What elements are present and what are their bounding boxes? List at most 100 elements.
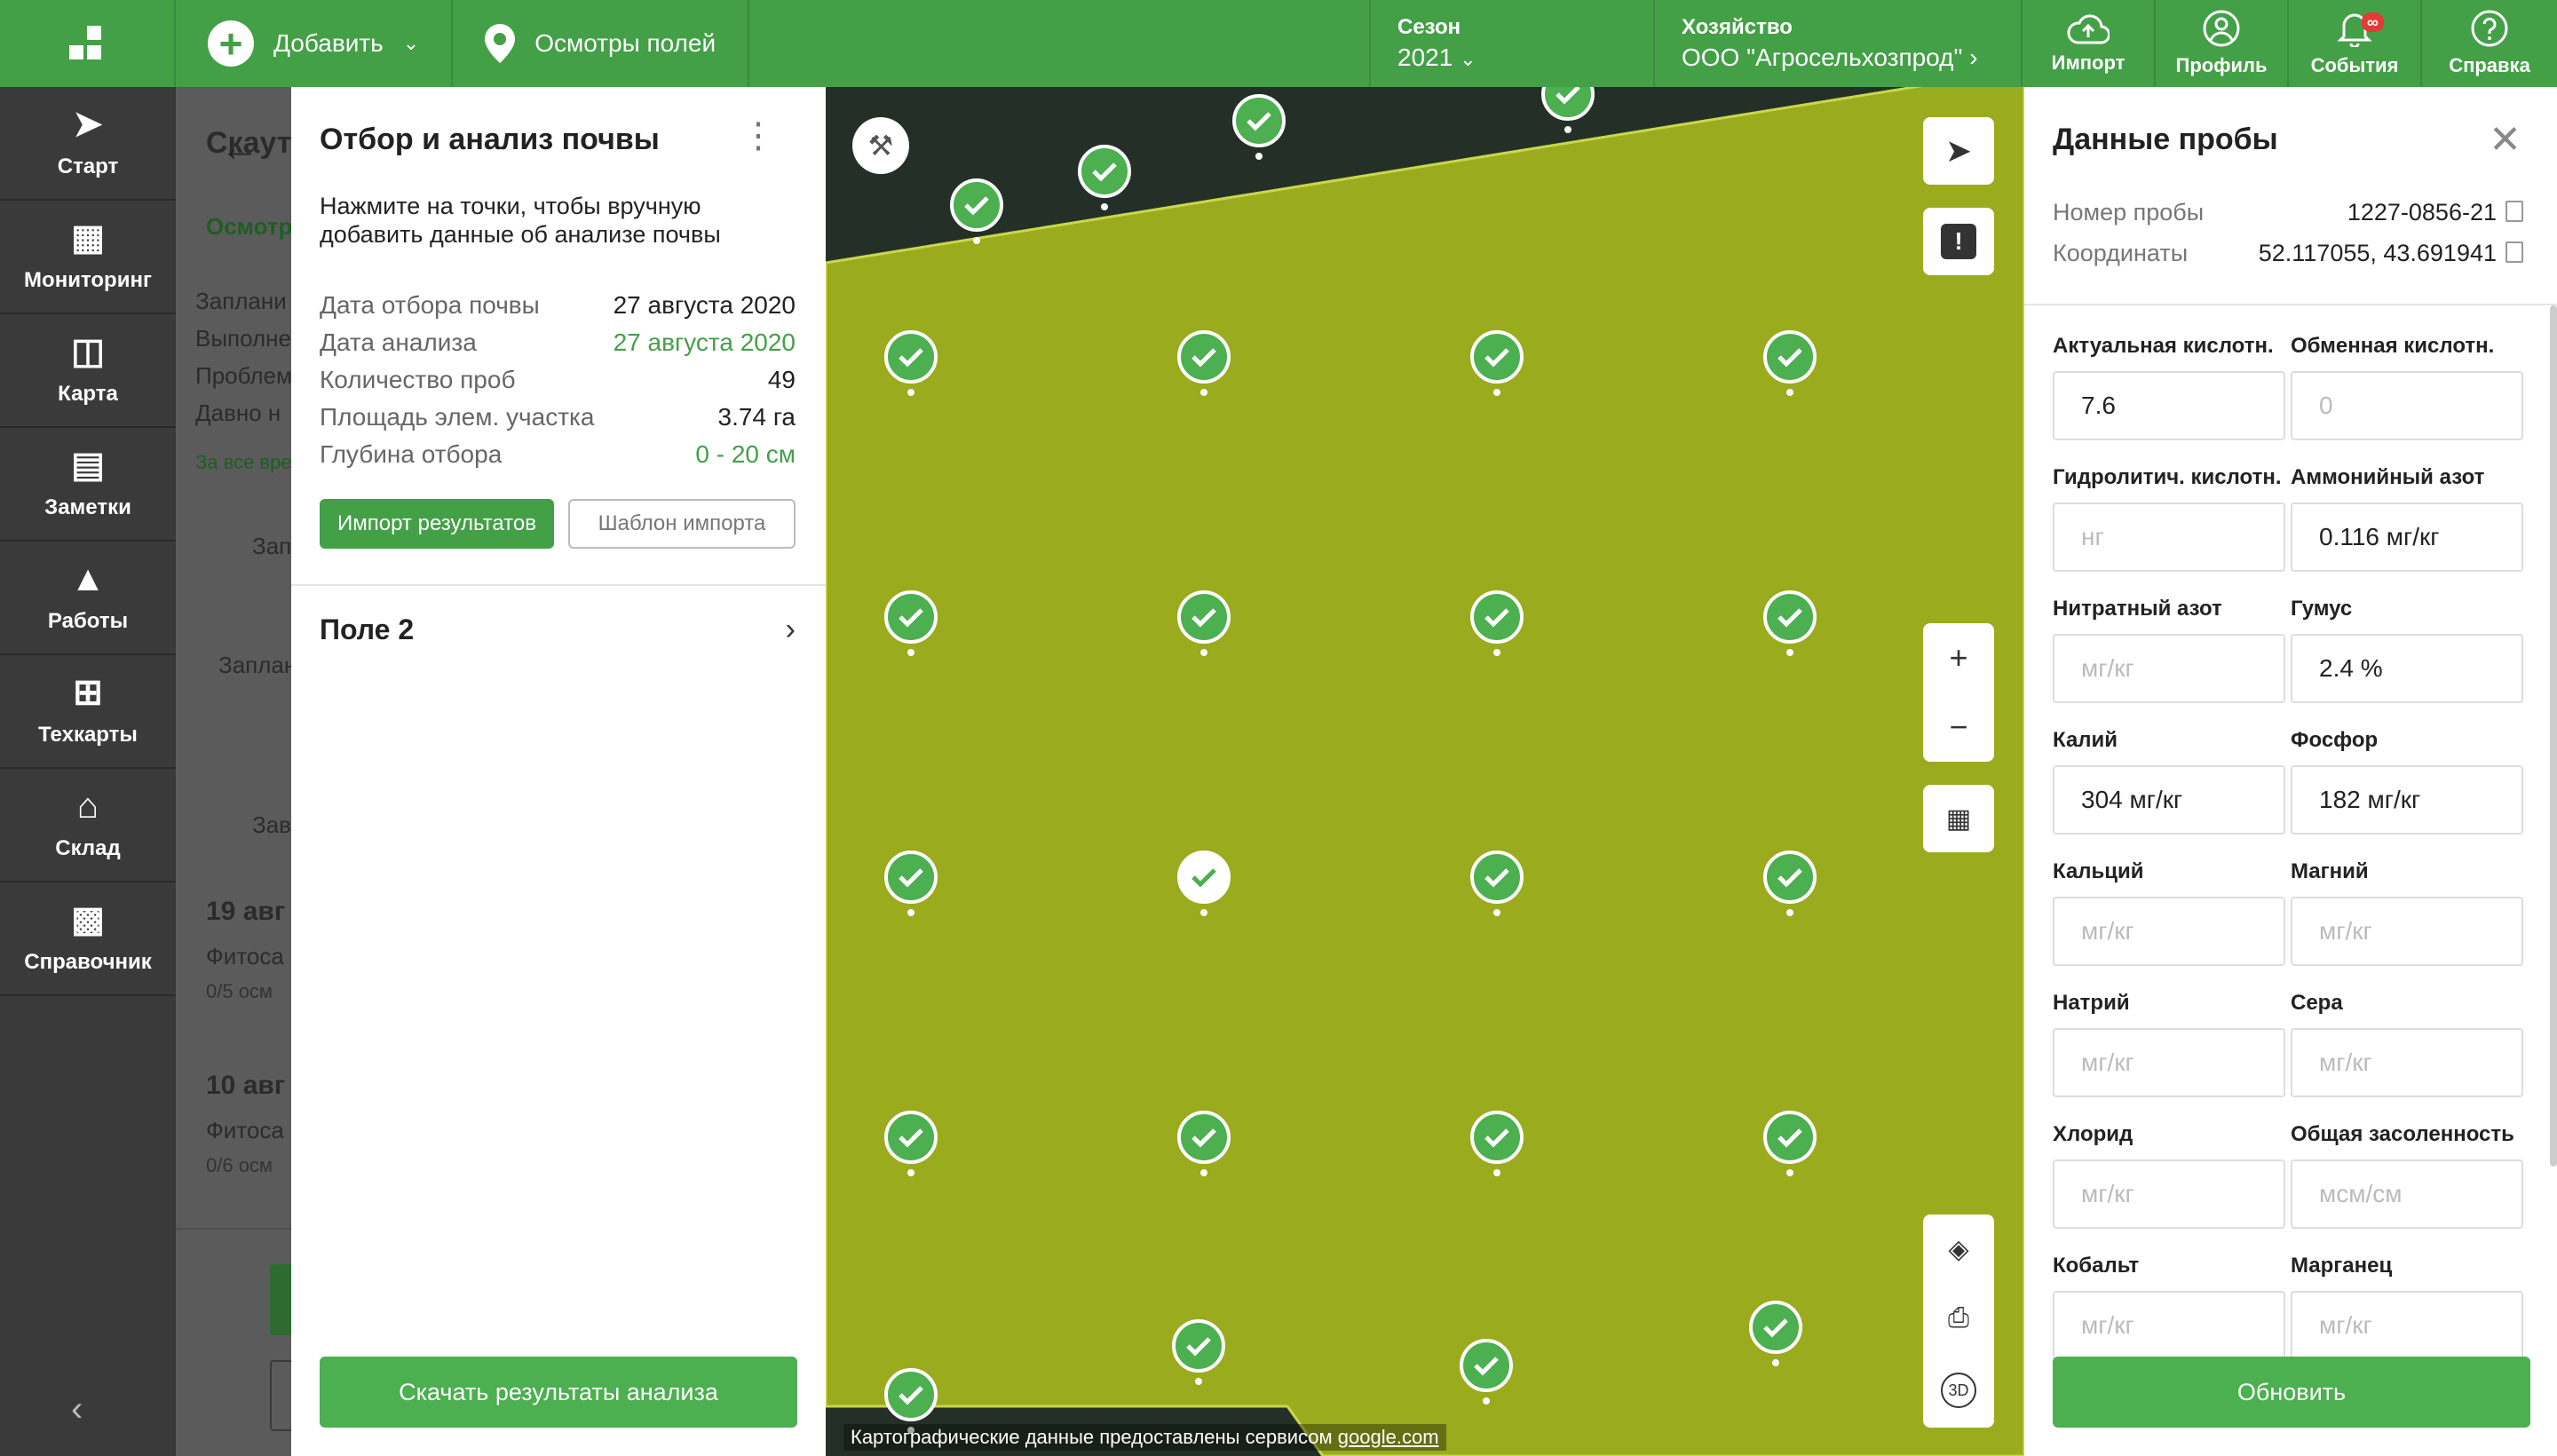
nav-item-techmaps[interactable]: ⊞ Техкарты <box>0 655 176 769</box>
zoom-out-button[interactable]: − <box>1949 708 1967 746</box>
nav-item-start[interactable]: ➤ Старт <box>0 87 176 201</box>
update-button[interactable]: Обновить <box>2053 1357 2530 1428</box>
nav-label: Работы <box>47 609 129 633</box>
field-input[interactable] <box>2053 1159 2285 1229</box>
field-input[interactable] <box>2053 897 2285 966</box>
field-label: Аммонийный азот <box>2291 465 2485 489</box>
field-input[interactable] <box>2291 371 2523 440</box>
map-icon: ◫ <box>71 332 105 371</box>
sample-point-marker[interactable] <box>1078 145 1131 210</box>
map-view[interactable]: ⚒ ➤ ! + − ▦ ◈ ⎙ 3D Картографические данн… <box>826 87 2024 1456</box>
grid-icon: ⊞ <box>73 673 103 712</box>
field-input[interactable] <box>2291 765 2523 835</box>
tools-icon[interactable]: ⚒ <box>852 117 909 174</box>
scout-panel-background: Скаут Осмотр Заплани Выполне Проблем Дав… <box>176 87 291 1456</box>
field-label: Гидролитич. кислотн. <box>2053 465 2282 489</box>
3d-view-icon[interactable]: 3D <box>1941 1373 1976 1409</box>
behind-planned: Заплан <box>218 652 291 678</box>
close-icon[interactable]: ✕ <box>2489 117 2521 162</box>
info-row: Дата отбора почвы 27 августа 2020 <box>320 291 796 328</box>
sample-field: Актуальная кислотн. <box>2053 334 2285 465</box>
profile-button[interactable]: Профиль <box>2156 0 2289 87</box>
season-selector[interactable]: Сезон 2021 ⌄ <box>1371 0 1655 87</box>
sample-number-row: Номер пробы 1227-0856-21 <box>2053 199 2523 240</box>
more-options-icon[interactable]: ⋮ <box>740 118 776 154</box>
nav-item-monitoring[interactable]: ▦ Мониторинг <box>0 201 176 314</box>
sample-number-value: 1227-0856-21 <box>2347 199 2497 226</box>
field-input[interactable] <box>2053 765 2285 835</box>
alert-button[interactable]: ! <box>1923 208 1994 275</box>
field-input[interactable] <box>2291 502 2523 572</box>
field-label: Кальций <box>2053 859 2144 883</box>
field-input[interactable] <box>2053 1028 2285 1097</box>
nav-item-works[interactable]: ▲ Работы <box>0 542 176 655</box>
events-label: События <box>2310 54 2399 76</box>
field-input[interactable] <box>2291 1291 2523 1360</box>
attribution-link[interactable]: google.com <box>1338 1426 1439 1448</box>
behind-date: 10 авг <box>206 1071 286 1100</box>
app-logo[interactable] <box>0 0 176 87</box>
map-layer-controls: ◈ ⎙ 3D <box>1923 1215 1994 1428</box>
season-title: Сезон <box>1397 15 1461 39</box>
zoom-controls: + − <box>1923 623 1994 762</box>
field-map[interactable] <box>826 87 2024 1456</box>
field-input[interactable] <box>2053 1291 2285 1360</box>
behind-line: Заплани <box>195 288 287 314</box>
nav-label: Карта <box>58 382 118 406</box>
field-label: Марганец <box>2291 1254 2393 1278</box>
scrollbar[interactable] <box>2550 305 2557 1167</box>
collapse-nav-icon[interactable]: ‹ <box>71 1389 83 1429</box>
warehouse-icon: ⌂ <box>76 787 99 826</box>
field-input[interactable] <box>2053 634 2285 703</box>
sample-number-label: Номер пробы <box>2053 199 2205 226</box>
sample-point-marker[interactable] <box>1541 87 1595 133</box>
info-value: 49 <box>767 366 796 393</box>
import-button[interactable]: Импорт <box>2023 0 2156 87</box>
grid-view-button[interactable]: ▦ <box>1923 785 1994 852</box>
field-inspections-button[interactable]: Осмотры полей <box>453 0 750 87</box>
nav-item-reference[interactable]: ▩ Справочник <box>0 882 176 996</box>
print-icon[interactable]: ⎙ <box>1948 1303 1969 1333</box>
sample-field: Гумус <box>2291 597 2523 728</box>
field-polygon[interactable] <box>826 87 2024 1456</box>
sample-title: Данные пробы <box>2053 123 2278 156</box>
zoom-in-button[interactable]: + <box>1949 639 1967 677</box>
attribution-text: Картографические данные предоставлены се… <box>851 1426 1338 1448</box>
download-results-button[interactable]: Скачать результаты анализа <box>320 1357 797 1428</box>
behind-line: Давно н <box>195 400 281 426</box>
sample-field: Обменная кислотн. <box>2291 334 2523 465</box>
field-name: Поле 2 <box>320 613 415 645</box>
layers-icon[interactable]: ◈ <box>1948 1234 1968 1265</box>
import-template-button[interactable]: Шаблон импорта <box>568 499 796 549</box>
sample-field: Гидролитич. кислотн. <box>2053 465 2285 597</box>
locate-button[interactable]: ➤ <box>1923 117 1994 185</box>
field-list-item[interactable]: Поле 2 › <box>320 613 796 647</box>
panel-description: Нажмите на точки, чтобы вручную добавить… <box>320 193 721 248</box>
info-row: Количество проб 49 <box>320 366 796 403</box>
back-arrow-icon[interactable]: ← <box>220 126 259 170</box>
field-label: Гумус <box>2291 597 2353 621</box>
field-input[interactable] <box>2053 371 2285 440</box>
events-button[interactable]: ∞ События <box>2289 0 2422 87</box>
farm-selector[interactable]: Хозяйство ООО "Агросельхозпрод" › <box>1655 0 2023 87</box>
field-input[interactable] <box>2291 634 2523 703</box>
help-icon <box>2471 10 2508 47</box>
coordinates-label: Координаты <box>2053 240 2189 266</box>
nav-item-map[interactable]: ◫ Карта <box>0 314 176 428</box>
field-input[interactable] <box>2291 1159 2523 1229</box>
sample-data-panel: Данные пробы ✕ Номер пробы 1227-0856-21 … <box>2024 87 2557 1456</box>
nav-item-notes[interactable]: ▤ Заметки <box>0 428 176 542</box>
import-results-button[interactable]: Импорт результатов <box>320 499 554 549</box>
help-button[interactable]: Справка <box>2422 0 2557 87</box>
field-input[interactable] <box>2291 897 2523 966</box>
info-row: Глубина отбора 0 - 20 см <box>320 440 796 478</box>
nav-item-warehouse[interactable]: ⌂ Склад <box>0 769 176 882</box>
field-input[interactable] <box>2291 1028 2523 1097</box>
sample-point-marker[interactable] <box>1232 94 1286 160</box>
copy-icon[interactable] <box>2506 201 2523 222</box>
add-menu-button[interactable]: + Добавить ⌄ <box>176 0 454 87</box>
behind-all-time: За все вре <box>195 451 291 473</box>
copy-icon[interactable] <box>2506 241 2523 263</box>
behind-phyto: Фитоса <box>206 943 284 969</box>
field-input[interactable] <box>2053 502 2285 572</box>
